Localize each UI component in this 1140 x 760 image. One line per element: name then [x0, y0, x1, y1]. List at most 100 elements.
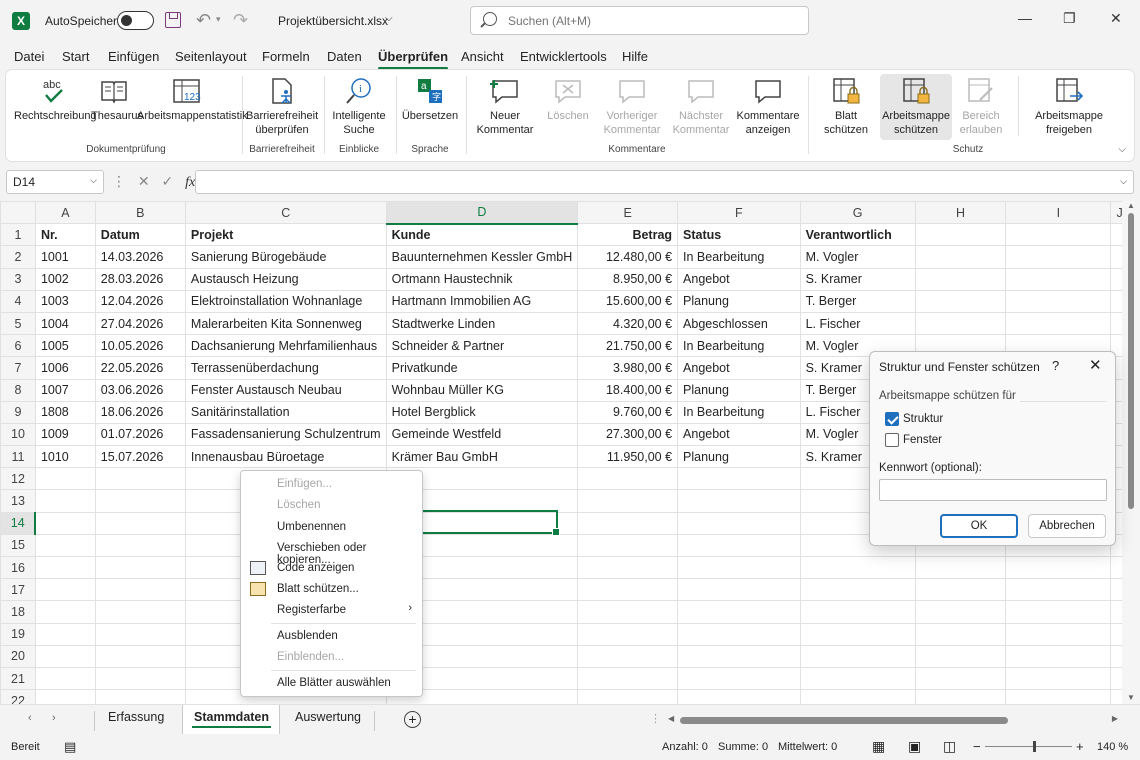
chevron-down-icon[interactable]: ⌵ [1120, 176, 1127, 187]
cell[interactable]: In Bearbeitung [677, 334, 801, 358]
cell[interactable] [34, 555, 96, 580]
table-row[interactable]: 18 [0, 600, 1140, 624]
cell[interactable] [677, 555, 801, 580]
file-name[interactable]: Projektübersicht.xlsx [278, 14, 388, 28]
accessibility-status-icon[interactable]: ▤ [64, 739, 76, 755]
allow-edit-ranges-button[interactable]: Bereich erlauben [954, 76, 1008, 137]
cell[interactable] [914, 578, 1007, 602]
new-comment-button[interactable]: Neuer Kommentar [472, 76, 538, 137]
cell[interactable]: 8.950,00 € [577, 267, 679, 291]
cell[interactable] [1005, 666, 1112, 691]
next-comment-button[interactable]: Nächster Kommentar [670, 76, 732, 137]
cell[interactable]: Angebot [677, 356, 801, 380]
cell[interactable]: L. Fischer [799, 311, 916, 336]
cell[interactable] [1005, 245, 1112, 269]
cell[interactable] [577, 511, 679, 535]
menu-item-rename[interactable]: Umbenennen [277, 521, 346, 533]
menu-item-select-all-sheets[interactable]: Alle Blätter auswählen [277, 677, 391, 689]
cell[interactable] [94, 689, 186, 704]
cell[interactable] [677, 467, 801, 491]
cell[interactable] [577, 533, 679, 558]
protect-workbook-button[interactable]: Arbeitsmappe schützen [880, 74, 952, 140]
formula-input[interactable]: ⌵ [195, 170, 1134, 194]
more-icon[interactable]: ⋮ [650, 712, 661, 725]
cell[interactable] [677, 489, 801, 513]
table-row[interactable]: 17 [0, 578, 1140, 602]
tab-einfuegen[interactable]: Einfügen [108, 49, 159, 64]
row-header[interactable]: 22 [0, 689, 36, 704]
cell[interactable] [914, 689, 1007, 704]
cell[interactable]: 1001 [34, 245, 96, 269]
cell[interactable]: 15.600,00 € [577, 289, 679, 313]
scroll-right-icon[interactable]: ▶ [1112, 714, 1118, 723]
normal-view-icon[interactable]: ▦ [872, 738, 885, 755]
cell[interactable] [34, 467, 96, 491]
column-header[interactable]: C [184, 201, 387, 225]
cell[interactable] [914, 622, 1007, 646]
tab-ansicht[interactable]: Ansicht [461, 49, 504, 64]
cell[interactable]: 27.300,00 € [577, 422, 679, 447]
chevron-left-icon[interactable]: ‹ [28, 712, 32, 724]
column-header[interactable]: A [34, 201, 96, 225]
save-icon[interactable] [165, 12, 181, 28]
row-header[interactable]: 3 [0, 267, 36, 291]
tab-entwicklertools[interactable]: Entwicklertools [520, 49, 607, 64]
workbook-statistics-button[interactable]: 123 Arbeitsmappenstatistik [137, 76, 248, 123]
cell[interactable]: Sanierung Bürogebäude [184, 245, 387, 269]
cell[interactable] [799, 689, 916, 704]
row-header[interactable]: 14 [0, 511, 37, 535]
cell[interactable]: Planung [677, 378, 801, 402]
scroll-left-icon[interactable]: ◀ [668, 714, 674, 723]
cell[interactable] [799, 622, 916, 646]
redo-icon[interactable]: ↷ [233, 10, 248, 31]
table-row[interactable]: 22 [0, 689, 1140, 704]
cell[interactable] [677, 511, 801, 535]
cell[interactable] [1005, 622, 1112, 646]
cell[interactable]: Innenausbau Büroetage [184, 445, 387, 469]
cell[interactable] [1005, 600, 1112, 624]
cell[interactable] [1005, 578, 1112, 602]
name-box[interactable]: D14 ⌵ [6, 170, 104, 194]
cell[interactable]: In Bearbeitung [677, 400, 801, 424]
cell[interactable] [94, 600, 186, 624]
cell[interactable]: Planung [677, 445, 801, 469]
cancel-icon[interactable]: ✕ [138, 173, 150, 189]
function-icon[interactable]: fx [185, 175, 195, 190]
column-header[interactable]: B [94, 201, 186, 225]
cell[interactable] [34, 666, 96, 691]
cell[interactable]: 1010 [34, 445, 96, 469]
cell[interactable]: 4.320,00 € [577, 311, 679, 336]
scroll-thumb[interactable] [680, 717, 1008, 724]
cell[interactable] [577, 622, 679, 646]
row-header[interactable]: 11 [0, 445, 36, 469]
row-header[interactable]: 2 [0, 245, 36, 269]
column-header[interactable]: H [914, 201, 1007, 225]
cell[interactable]: Kunde [385, 223, 579, 247]
cell[interactable] [1005, 289, 1112, 313]
cell[interactable] [914, 223, 1007, 247]
cell[interactable] [34, 511, 96, 535]
structure-label[interactable]: Struktur [903, 413, 943, 425]
search-box[interactable] [470, 6, 809, 35]
row-header[interactable]: 20 [0, 644, 36, 668]
password-field[interactable] [879, 479, 1107, 501]
cell[interactable] [1005, 644, 1112, 668]
row-header[interactable]: 18 [0, 600, 36, 624]
table-row[interactable]: 16 [0, 555, 1140, 580]
cell[interactable]: Gemeinde Westfeld [385, 422, 579, 447]
row-header[interactable]: 17 [0, 578, 36, 602]
zoom-level[interactable]: 140 % [1097, 741, 1128, 753]
menu-item-delete[interactable]: Löschen [277, 499, 320, 511]
menu-item-protect-sheet[interactable]: Blatt schützen... [277, 583, 359, 595]
column-header[interactable]: D [385, 201, 579, 225]
row-header[interactable]: 5 [0, 311, 36, 336]
restore-button[interactable]: ❐ [1063, 10, 1076, 27]
cell[interactable]: 12.480,00 € [577, 245, 679, 269]
menu-item-hide[interactable]: Ausblenden [277, 630, 338, 642]
cell[interactable]: 9.760,00 € [577, 400, 679, 424]
cell[interactable] [94, 555, 186, 580]
cell[interactable]: 28.03.2026 [94, 267, 186, 291]
cell[interactable] [1005, 555, 1112, 580]
cell[interactable] [914, 311, 1007, 336]
cell[interactable]: 27.04.2026 [94, 311, 186, 336]
